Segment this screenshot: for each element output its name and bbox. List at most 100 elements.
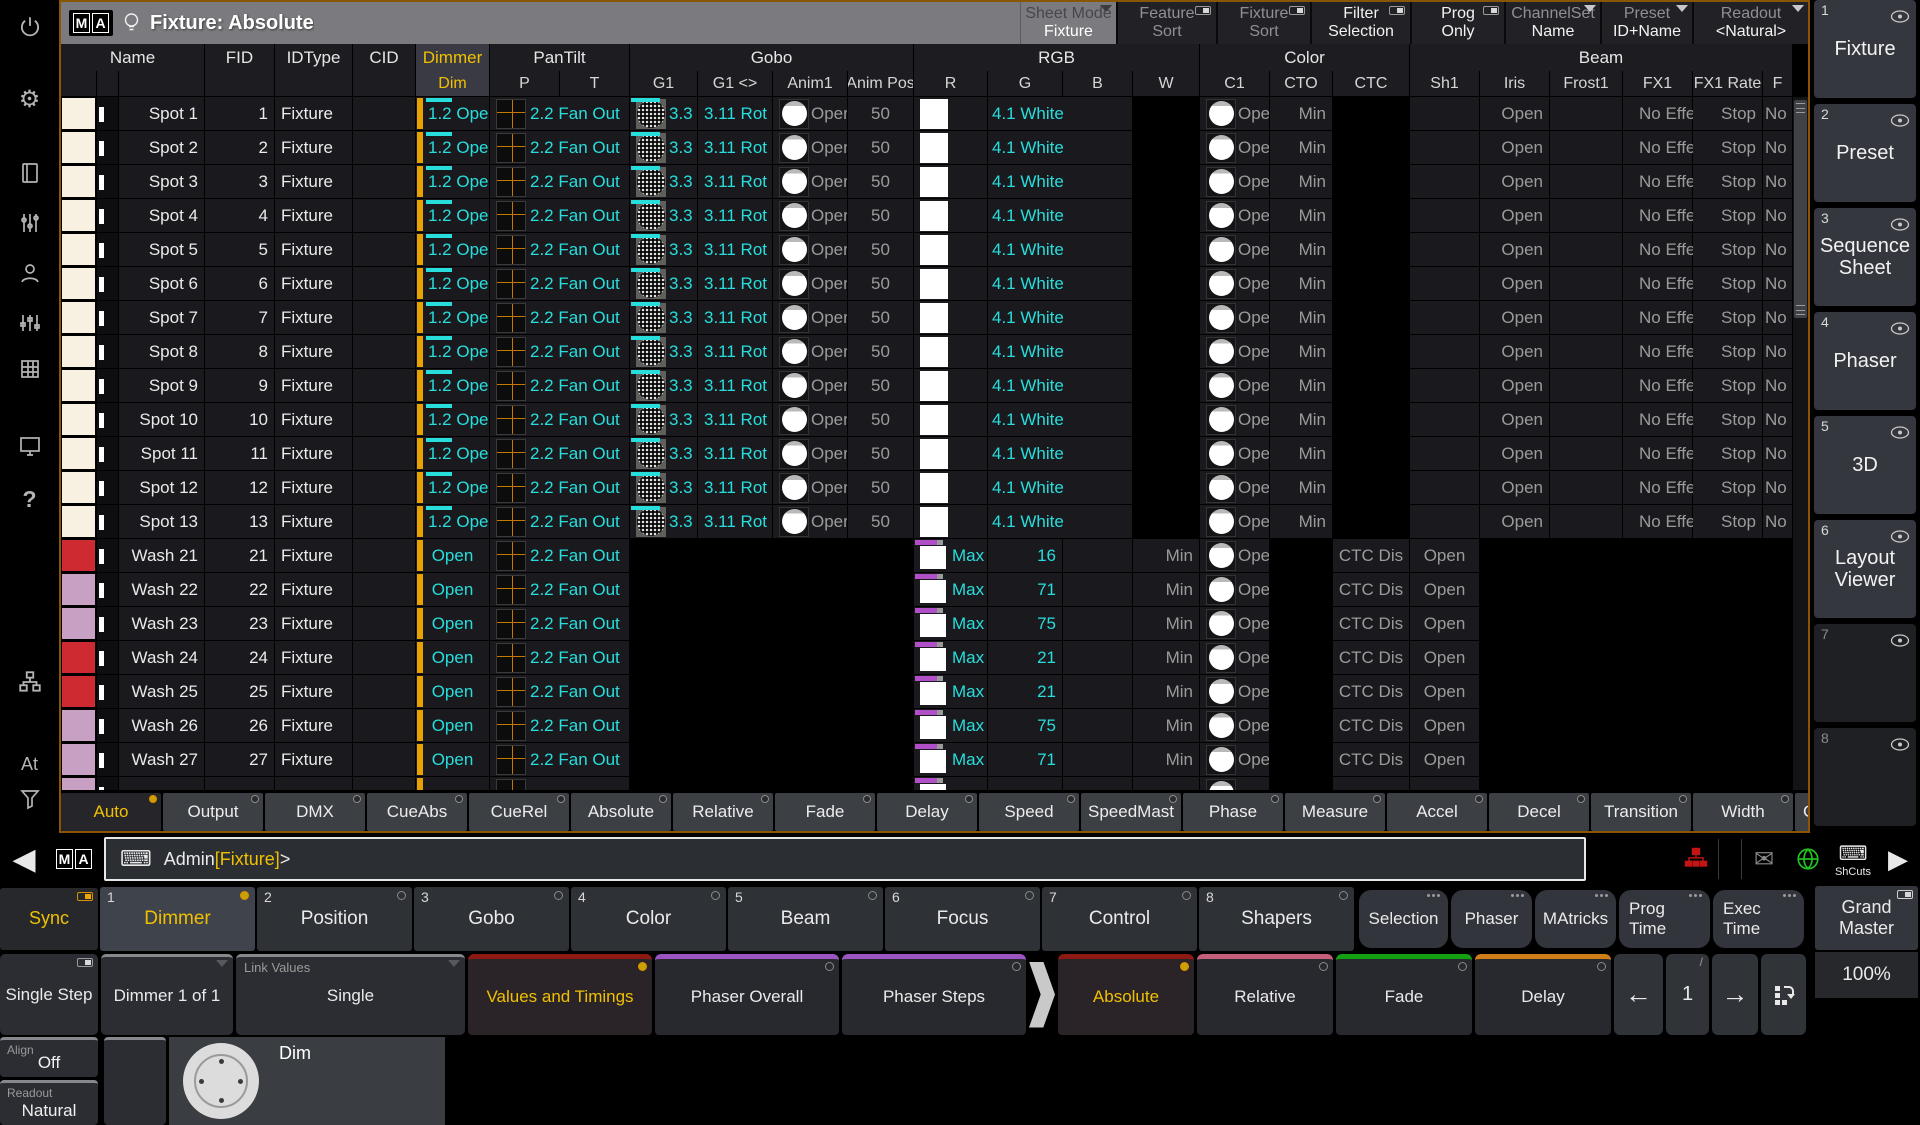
cell-ctc[interactable] (1333, 267, 1410, 301)
cell-name[interactable]: Spot 2 (119, 131, 205, 165)
cell-anim1[interactable]: Oper (773, 403, 848, 437)
sheet-row[interactable]: Spot 1111Fixture1.2 Ope2.2 Fan Out3.33.1… (61, 437, 1793, 471)
cell-gobo-none[interactable] (630, 675, 698, 709)
cell-idtype[interactable]: Fixture (275, 97, 353, 131)
cell-dimmer[interactable]: Open (416, 641, 490, 675)
cell-fx1[interactable]: No Effec (1623, 505, 1693, 539)
tab-decel[interactable]: Decel (1489, 793, 1589, 831)
sheet-row[interactable]: Wash 2626FixtureOpen2.2 Fan OutMax75MinO… (61, 709, 1793, 743)
cell-c1[interactable]: Oper (1200, 709, 1270, 743)
cell-dimmer[interactable]: Open (416, 607, 490, 641)
cell-frost1[interactable] (1550, 471, 1623, 505)
column-header-g1[interactable]: G1 (630, 71, 698, 97)
cell-c1[interactable]: Oper (1200, 607, 1270, 641)
cell-idtype[interactable]: Fixture (275, 199, 353, 233)
titlebar-button-preset[interactable]: PresetID+Name (1600, 2, 1692, 44)
feature-button-color[interactable]: 4Color (571, 887, 726, 951)
play-macro-icon[interactable]: ▶ (1876, 837, 1920, 881)
cell-c1[interactable]: Oper (1200, 573, 1270, 607)
cell-ctc[interactable] (1333, 437, 1410, 471)
cell-sh1[interactable] (1410, 369, 1480, 403)
cell-anim1[interactable]: Oper (773, 505, 848, 539)
cell-pantilt[interactable]: 2.2 Fan Out (490, 97, 630, 131)
cell-ctc[interactable]: CTC Dis (1333, 743, 1410, 777)
cell-animpos[interactable]: 50 (848, 199, 914, 233)
cell-fx1-rate[interactable]: Stop (1693, 233, 1763, 267)
cell-idtype[interactable]: Fixture (275, 675, 353, 709)
cell-gobo1-wheel[interactable]: 3.11 Rot (698, 369, 773, 403)
cell-fx1[interactable]: No Effec (1623, 369, 1693, 403)
cell-dimmer[interactable]: 1.2 Ope (416, 505, 490, 539)
titlebar-button-sheet-mode[interactable]: Sheet ModeFixture (1020, 2, 1116, 44)
cell-iris[interactable]: Open (1480, 301, 1550, 335)
tab-measure[interactable]: Measure (1285, 793, 1385, 831)
tab-dmx[interactable]: DMX (265, 793, 365, 831)
cell-gobo-none[interactable] (698, 743, 773, 777)
cell-cto[interactable] (1270, 539, 1333, 573)
cell-gobo-none[interactable] (698, 641, 773, 675)
cell-pantilt[interactable]: 2.2 Fan Out (490, 539, 630, 573)
cell-fx1-fade[interactable]: No E (1763, 199, 1793, 233)
cell-cto[interactable] (1270, 641, 1333, 675)
tab-phase[interactable]: Phase (1183, 793, 1283, 831)
sheet-row[interactable]: Spot 66Fixture1.2 Ope2.2 Fan Out3.33.11 … (61, 267, 1793, 301)
cell-rgb-preset[interactable]: 4.1 White (988, 199, 1133, 233)
column-header-p[interactable]: P (490, 71, 560, 97)
column-header-c1[interactable]: C1 (1200, 71, 1270, 97)
cell-cto[interactable]: Min (1270, 267, 1333, 301)
cell-name[interactable]: Wash 24 (119, 641, 205, 675)
cell-animpos[interactable]: 50 (848, 165, 914, 199)
cell-rgb-preset[interactable]: 4.1 White (988, 267, 1133, 301)
cell-green[interactable]: 71 (988, 573, 1063, 607)
cell-gobo-none[interactable] (630, 573, 698, 607)
column-header-r[interactable]: R (914, 71, 988, 97)
tab-output[interactable]: Output (163, 793, 263, 831)
cell-gobo1[interactable]: 3.3 (630, 233, 698, 267)
cell-animpos[interactable]: 50 (848, 403, 914, 437)
cell-c1[interactable]: Oper (1200, 335, 1270, 369)
cell-rgb-preset[interactable]: 4.1 White (988, 233, 1133, 267)
mode-button-phaser-steps[interactable]: Phaser Steps (842, 954, 1026, 1035)
cell-cid[interactable] (353, 165, 416, 199)
cell-gobo1-wheel[interactable]: 3.11 Rot (698, 131, 773, 165)
cell-beam-none[interactable] (1550, 641, 1623, 675)
tool-button-exec-time[interactable]: Exec Time (1713, 890, 1804, 948)
cell-rgb-preset[interactable]: 4.1 White (988, 301, 1133, 335)
tab-absolute[interactable]: Absolute (571, 793, 671, 831)
cell-white[interactable]: Min (1133, 743, 1200, 777)
sheet-row[interactable]: Spot 55Fixture1.2 Ope2.2 Fan Out3.33.11 … (61, 233, 1793, 267)
cell-cid[interactable] (353, 471, 416, 505)
tab-cuerel[interactable]: CueRel (469, 793, 569, 831)
sheet-row[interactable]: Spot 33Fixture1.2 Ope2.2 Fan Out3.33.11 … (61, 165, 1793, 199)
tab-speed[interactable]: Speed (979, 793, 1079, 831)
cell-cto[interactable]: Min (1270, 437, 1333, 471)
cell-ctc[interactable]: CTC Dis (1333, 573, 1410, 607)
view-button-layout-viewer[interactable]: Layout Viewer6 (1814, 520, 1916, 618)
feature-button-beam[interactable]: 5Beam (728, 887, 883, 951)
cell-idtype[interactable]: Fixture (275, 403, 353, 437)
cell-red[interactable]: Max (914, 743, 988, 777)
encoder-layout-button[interactable] (1761, 954, 1806, 1035)
cell-beam-none[interactable] (1763, 743, 1793, 777)
cell-anim1[interactable]: Oper (773, 301, 848, 335)
cell-red[interactable]: Max (914, 675, 988, 709)
cell-gobo-none[interactable] (773, 709, 848, 743)
cell-fid[interactable]: 2 (205, 131, 275, 165)
cell-beam-none[interactable] (1550, 675, 1623, 709)
cell-ctc[interactable]: CTC Dis (1333, 675, 1410, 709)
cell-frost1[interactable] (1550, 437, 1623, 471)
page-next-button[interactable]: → (1712, 954, 1758, 1035)
sheet-row[interactable]: Wash 2222FixtureOpen2.2 Fan OutMax71MinO… (61, 573, 1793, 607)
cell-fx1-fade[interactable]: No E (1763, 165, 1793, 199)
cell-gobo1[interactable]: 3.3 (630, 471, 698, 505)
cell-beam-none[interactable] (1480, 607, 1550, 641)
link-values-dropdown[interactable]: Link ValuesSingle (236, 954, 465, 1035)
feature-button-control[interactable]: 7Control (1042, 887, 1197, 951)
cell-iris[interactable]: Open (1480, 505, 1550, 539)
sliders-icon[interactable] (12, 206, 48, 240)
cell-sh1[interactable] (1410, 199, 1480, 233)
cell-animpos[interactable]: 50 (848, 437, 914, 471)
cell-ctc[interactable] (1333, 335, 1410, 369)
cell-anim1[interactable]: Oper (773, 199, 848, 233)
cell-fx1-fade[interactable]: No E (1763, 97, 1793, 131)
